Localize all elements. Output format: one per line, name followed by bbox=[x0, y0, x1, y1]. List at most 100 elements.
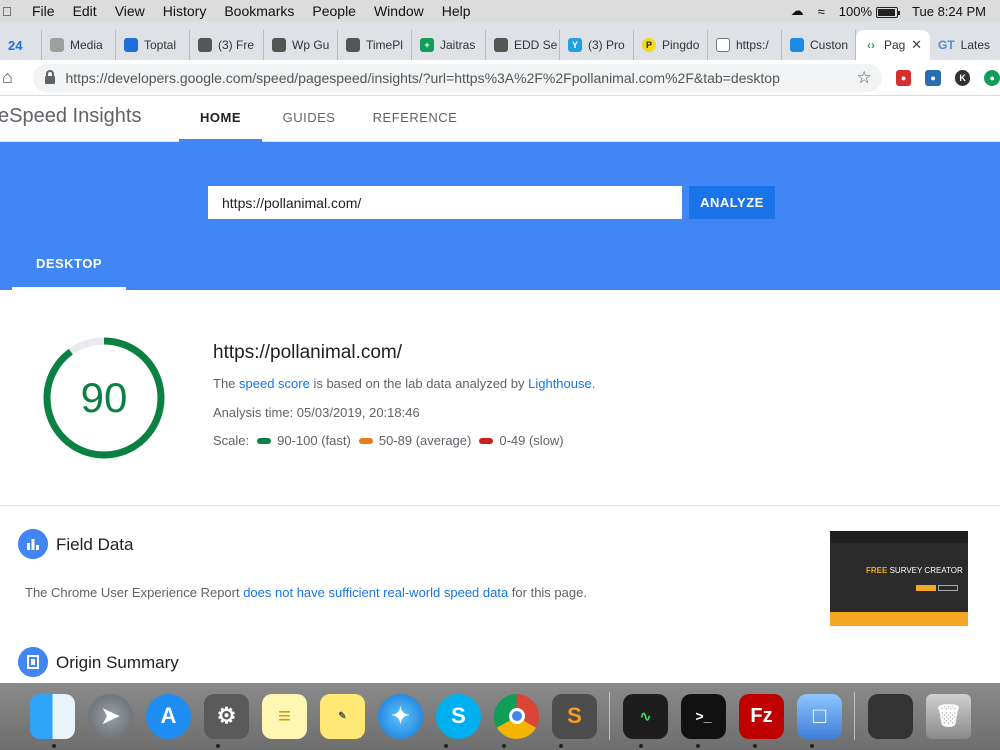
browser-tab-active[interactable]: ‹› Pag ✕ bbox=[856, 30, 930, 60]
battery-icon bbox=[876, 6, 901, 18]
menu-file[interactable]: File bbox=[32, 3, 55, 19]
dock-shelf: ➤ A ⚙ ≡ ✎ ✦ S S ∿ >_ Fz □ 🗑 bbox=[22, 686, 978, 746]
thumb-text: SURVEY CREATOR bbox=[889, 566, 963, 575]
chrome-center bbox=[508, 708, 525, 724]
menubar-clock[interactable]: Tue 8:24 PM bbox=[912, 4, 986, 19]
analyzed-url: https://pollanimal.com/ bbox=[213, 342, 403, 363]
bar-chart-icon bbox=[18, 529, 48, 559]
system-preferences-icon[interactable]: ⚙ bbox=[204, 693, 249, 739]
wifi-icon[interactable]: ≈ bbox=[818, 4, 825, 19]
running-indicator bbox=[810, 744, 814, 748]
browser-tab[interactable]: GT Lates bbox=[930, 30, 1000, 60]
nav-tab-home[interactable]: HOME bbox=[179, 96, 262, 142]
trash-icon[interactable]: 🗑 bbox=[926, 693, 971, 739]
desc-text: is based on the lab data analyzed by bbox=[309, 376, 529, 391]
browser-tab[interactable]: (3) Fre bbox=[190, 30, 264, 60]
psi-hero: ANALYZE DESKTOP bbox=[0, 142, 1000, 290]
terminal-icon[interactable]: >_ bbox=[681, 693, 726, 739]
tab-favicon bbox=[272, 38, 286, 52]
menu-window[interactable]: Window bbox=[374, 3, 424, 19]
battery-status[interactable]: 100% bbox=[839, 4, 901, 19]
stickies-icon[interactable]: ✎ bbox=[320, 693, 365, 739]
speed-score-link[interactable]: speed score bbox=[239, 376, 310, 391]
lighthouse-link[interactable]: Lighthouse bbox=[528, 376, 592, 391]
menu-history[interactable]: History bbox=[163, 3, 207, 19]
menu-help[interactable]: Help bbox=[442, 3, 471, 19]
page-screenshot-thumbnail: FREE SURVEY CREATOR bbox=[830, 531, 968, 626]
thumb-button bbox=[916, 585, 936, 591]
browser-tab[interactable]: https:/ bbox=[708, 30, 782, 60]
macos-dock: ➤ A ⚙ ≡ ✎ ✦ S S ∿ >_ Fz □ 🗑 bbox=[0, 683, 1000, 750]
dock-separator bbox=[609, 692, 610, 740]
menu-edit[interactable]: Edit bbox=[73, 3, 97, 19]
extension-icon[interactable]: ● bbox=[895, 69, 912, 86]
filezilla-icon[interactable]: Fz bbox=[739, 693, 784, 739]
desc-text: . bbox=[591, 376, 596, 391]
browser-tab[interactable]: P Pingdo bbox=[634, 30, 708, 60]
cloud-icon[interactable]: ☁ bbox=[791, 3, 804, 19]
sublime-text-icon[interactable]: S bbox=[552, 693, 597, 739]
skype-icon[interactable]: S bbox=[436, 693, 481, 739]
score-description: The speed score is based on the lab data… bbox=[213, 376, 595, 391]
nav-tab-reference[interactable]: REFERENCE bbox=[366, 96, 464, 142]
scale-average: 50-89 (average) bbox=[378, 433, 472, 448]
browser-tab[interactable]: Media bbox=[42, 30, 116, 60]
running-indicator bbox=[444, 744, 448, 748]
desc-text: The bbox=[213, 376, 240, 391]
thumb-footer bbox=[830, 612, 968, 626]
insufficient-data-link[interactable]: does not have sufficient real-world spee… bbox=[243, 585, 508, 600]
tab-favicon bbox=[198, 38, 212, 52]
average-indicator bbox=[358, 437, 373, 444]
browser-tab[interactable]: TimePl bbox=[338, 30, 412, 60]
extension-icon[interactable]: ● bbox=[984, 69, 1000, 86]
origin-summary-title: Origin Summary bbox=[56, 653, 179, 672]
tab-favicon: ‹› bbox=[867, 38, 875, 52]
origin-icon bbox=[18, 647, 48, 677]
menu-bookmarks[interactable]: Bookmarks bbox=[224, 3, 294, 19]
tab-desktop[interactable]: DESKTOP bbox=[12, 242, 126, 290]
running-indicator bbox=[696, 744, 700, 748]
finder-icon[interactable] bbox=[30, 693, 75, 739]
tab-favicon bbox=[494, 38, 508, 52]
macos-menubar:  File Edit View History Bookmarks Peopl… bbox=[0, 0, 1000, 22]
browser-tab[interactable]: 24 bbox=[0, 30, 42, 60]
app-store-icon[interactable]: A bbox=[146, 693, 191, 739]
safari-icon[interactable]: ✦ bbox=[378, 693, 423, 739]
browser-tab[interactable]: Custon bbox=[782, 30, 856, 60]
browser-tab[interactable]: Wp Gu bbox=[264, 30, 338, 60]
preview-icon[interactable]: □ bbox=[797, 693, 842, 739]
tab-label: EDD Se bbox=[514, 38, 558, 52]
address-bar[interactable]: https://developers.google.com/speed/page… bbox=[33, 63, 882, 92]
browser-tab[interactable]: EDD Se bbox=[486, 30, 560, 60]
activity-monitor-icon[interactable]: ∿ bbox=[623, 693, 668, 739]
tab-favicon: GT bbox=[938, 38, 955, 52]
close-icon[interactable]: ✕ bbox=[911, 37, 922, 53]
tab-label: Media bbox=[70, 38, 103, 52]
url-input[interactable] bbox=[208, 186, 682, 219]
thumb-header bbox=[830, 531, 968, 543]
score-section: 90 https://pollanimal.com/ The speed sco… bbox=[0, 290, 1000, 506]
browser-tab[interactable]: Y (3) Pro bbox=[560, 30, 634, 60]
tab-label: Toptal bbox=[144, 38, 177, 52]
nav-tab-guides[interactable]: GUIDES bbox=[270, 96, 348, 142]
menu-people[interactable]: People bbox=[312, 3, 356, 19]
tab-favicon bbox=[346, 38, 360, 52]
lock-icon[interactable] bbox=[45, 69, 56, 84]
chrome-icon[interactable] bbox=[494, 693, 539, 739]
extension-icon[interactable]: K bbox=[954, 69, 971, 86]
apple-icon[interactable]:  bbox=[0, 4, 14, 19]
browser-tab[interactable]: Toptal bbox=[116, 30, 190, 60]
extension-icon[interactable]: ● bbox=[925, 69, 941, 86]
downloads-stack-icon[interactable] bbox=[868, 693, 913, 739]
browser-tab-strip: 24 Media Toptal (3) Fre Wp Gu TimePl + Ja… bbox=[0, 22, 1000, 60]
home-icon[interactable]: ⌂ bbox=[2, 67, 21, 88]
address-url[interactable]: https://developers.google.com/speed/page… bbox=[65, 70, 779, 86]
browser-tab[interactable]: + Jaitras bbox=[412, 30, 486, 60]
tab-label: (3) Pro bbox=[588, 38, 625, 52]
bookmark-star-icon[interactable]: ☆ bbox=[857, 68, 872, 88]
launchpad-icon[interactable]: ➤ bbox=[88, 693, 133, 739]
notes-icon[interactable]: ≡ bbox=[262, 693, 307, 739]
menu-view[interactable]: View bbox=[115, 3, 145, 19]
analyze-button[interactable]: ANALYZE bbox=[689, 186, 775, 219]
fast-indicator bbox=[257, 437, 272, 444]
